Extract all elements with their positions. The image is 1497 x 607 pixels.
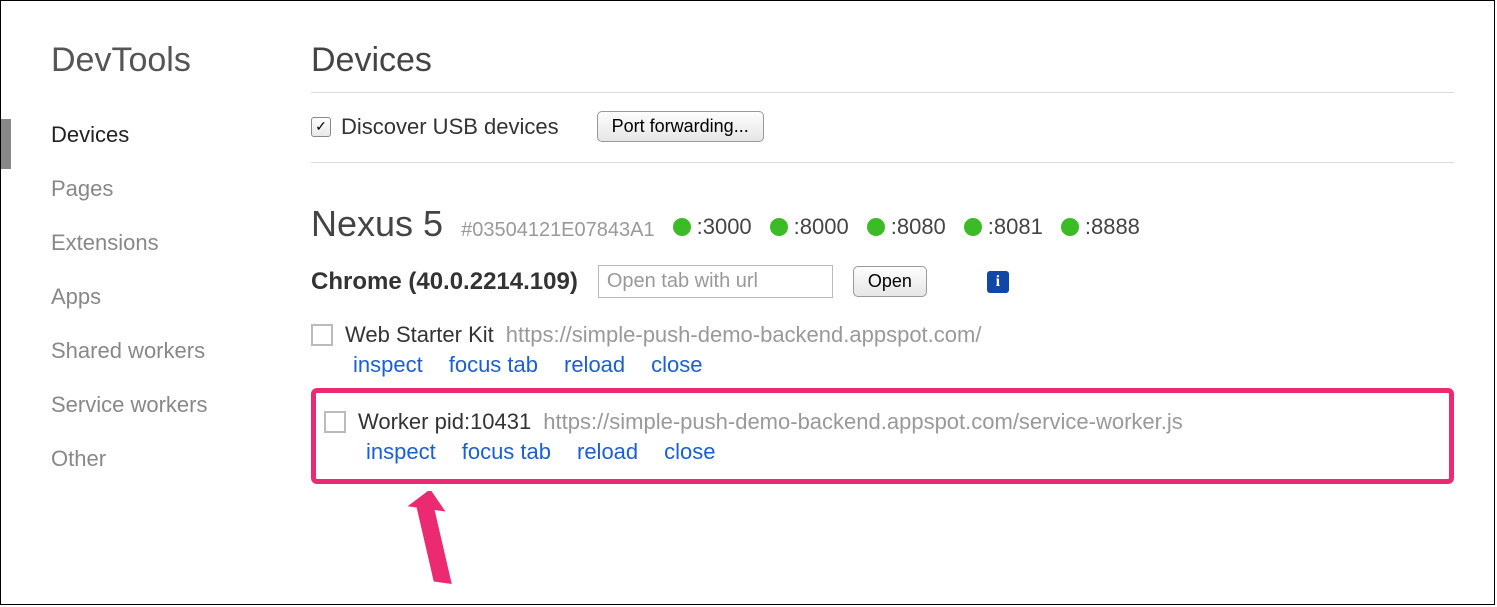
focus-tab-link[interactable]: focus tab [449,352,538,378]
port-status: :8081 [964,214,1043,240]
port-label: :8000 [794,214,849,240]
divider [311,92,1454,93]
sidebar-item-label: Service workers [51,392,207,417]
main-panel: Devices ✓ Discover USB devices Port forw… [281,1,1494,604]
inspect-link[interactable]: inspect [353,352,423,378]
focus-tab-link[interactable]: focus tab [462,439,551,465]
sidebar-item-pages[interactable]: Pages [1,162,281,216]
status-dot-icon [867,218,885,236]
page-title: Devices [311,41,1454,80]
discover-usb-label: Discover USB devices [341,114,559,140]
inspect-link[interactable]: inspect [366,439,436,465]
sidebar-active-marker-icon [1,119,11,169]
port-status: :8000 [770,214,849,240]
open-tab-url-input[interactable] [598,265,833,298]
sidebar-item-label: Pages [51,176,113,201]
port-status: :8080 [867,214,946,240]
sidebar-item-label: Devices [51,122,129,147]
divider [311,162,1454,163]
sidebar-item-service-workers[interactable]: Service workers [1,378,281,432]
sidebar-item-other[interactable]: Other [1,432,281,486]
sidebar-item-apps[interactable]: Apps [1,270,281,324]
tab-favicon-placeholder-icon [324,411,346,433]
tab-title: Worker pid:10431 [358,409,531,435]
tab-entry: Worker pid:10431 https://simple-push-dem… [324,403,1441,471]
tab-entry: Web Starter Kit https://simple-push-demo… [311,316,1454,384]
reload-link[interactable]: reload [577,439,638,465]
port-label: :8080 [891,214,946,240]
discover-row: ✓ Discover USB devices Port forwarding..… [311,111,1454,142]
annotation-highlight-box: Worker pid:10431 https://simple-push-dem… [311,388,1454,484]
sidebar-item-label: Apps [51,284,101,309]
status-dot-icon [1061,218,1079,236]
tab-url: https://simple-push-demo-backend.appspot… [506,322,982,348]
device-header: Nexus 5 #03504121E07843A1 :3000 :8000 :8… [311,203,1454,245]
sidebar-item-label: Shared workers [51,338,205,363]
sidebar-item-devices[interactable]: Devices [1,108,281,162]
port-forwarding-button[interactable]: Port forwarding... [597,111,764,142]
port-label: :3000 [697,214,752,240]
port-status: :3000 [673,214,752,240]
port-label: :8888 [1085,214,1140,240]
sidebar: DevTools Devices Pages Extensions Apps S… [1,1,281,604]
port-status: :8888 [1061,214,1140,240]
status-dot-icon [673,218,691,236]
status-dot-icon [964,218,982,236]
reload-link[interactable]: reload [564,352,625,378]
discover-usb-checkbox[interactable]: ✓ [311,117,331,137]
browser-label: Chrome (40.0.2214.109) [311,268,578,296]
open-button[interactable]: Open [853,266,927,297]
close-link[interactable]: close [664,439,715,465]
status-dot-icon [770,218,788,236]
tab-favicon-placeholder-icon [311,324,333,346]
info-icon[interactable]: i [987,271,1009,293]
app-title: DevTools [1,41,281,80]
device-name: Nexus 5 [311,203,443,245]
browser-row: Chrome (40.0.2214.109) Open i [311,265,1454,298]
sidebar-item-label: Other [51,446,106,471]
close-link[interactable]: close [651,352,702,378]
port-label: :8081 [988,214,1043,240]
device-serial: #03504121E07843A1 [461,219,655,242]
sidebar-item-extensions[interactable]: Extensions [1,216,281,270]
tab-title: Web Starter Kit [345,322,494,348]
tab-url: https://simple-push-demo-backend.appspot… [543,409,1183,435]
sidebar-item-shared-workers[interactable]: Shared workers [1,324,281,378]
sidebar-item-label: Extensions [51,230,159,255]
